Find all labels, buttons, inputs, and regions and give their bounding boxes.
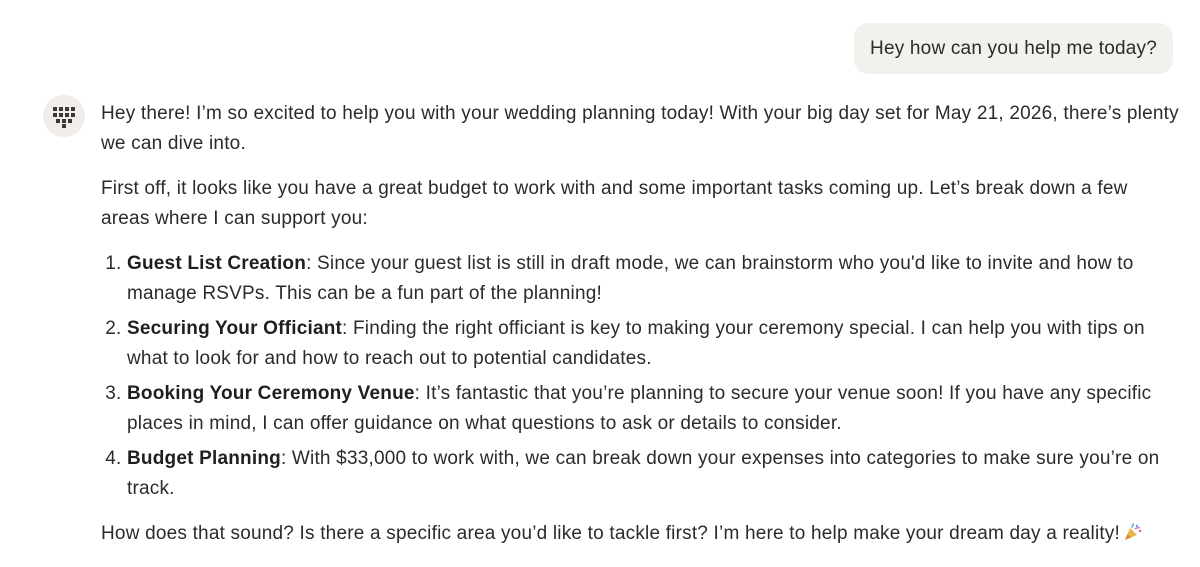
list-item-title: Booking Your Ceremony Venue (127, 383, 415, 404)
list-item-title: Budget Planning (127, 448, 281, 469)
assistant-avatar (43, 95, 85, 137)
list-item-title: Guest List Creation (127, 253, 307, 274)
list-item: Guest List Creation: Since your guest li… (127, 249, 1179, 309)
closing-text: How does that sound? Is there a specific… (101, 523, 1121, 544)
list-item: Booking Your Ceremony Venue: It’s fantas… (127, 379, 1179, 439)
user-message-text: Hey how can you help me today? (870, 37, 1157, 59)
list-item-title: Securing Your Officiant (127, 318, 343, 339)
heart-grid-icon (53, 107, 75, 128)
user-message-bubble: Hey how can you help me today? (854, 23, 1173, 74)
reply-paragraph-intro: Hey there! I’m so excited to help you wi… (101, 103, 1179, 154)
suggestion-list: Guest List Creation: Since your guest li… (101, 249, 1179, 504)
list-item: Securing Your Officiant: Finding the rig… (127, 314, 1179, 374)
reply-paragraph-closing: How does that sound? Is there a specific… (101, 519, 1179, 552)
list-item-text: : With $33,000 to work with, we can brea… (127, 448, 1160, 499)
list-item: Budget Planning: With $33,000 to work wi… (127, 444, 1179, 504)
reply-paragraph-budget: First off, it looks like you have a grea… (101, 178, 1128, 229)
assistant-reply: Hey there! I’m so excited to help you wi… (101, 99, 1179, 567)
party-popper-icon (1123, 522, 1143, 552)
